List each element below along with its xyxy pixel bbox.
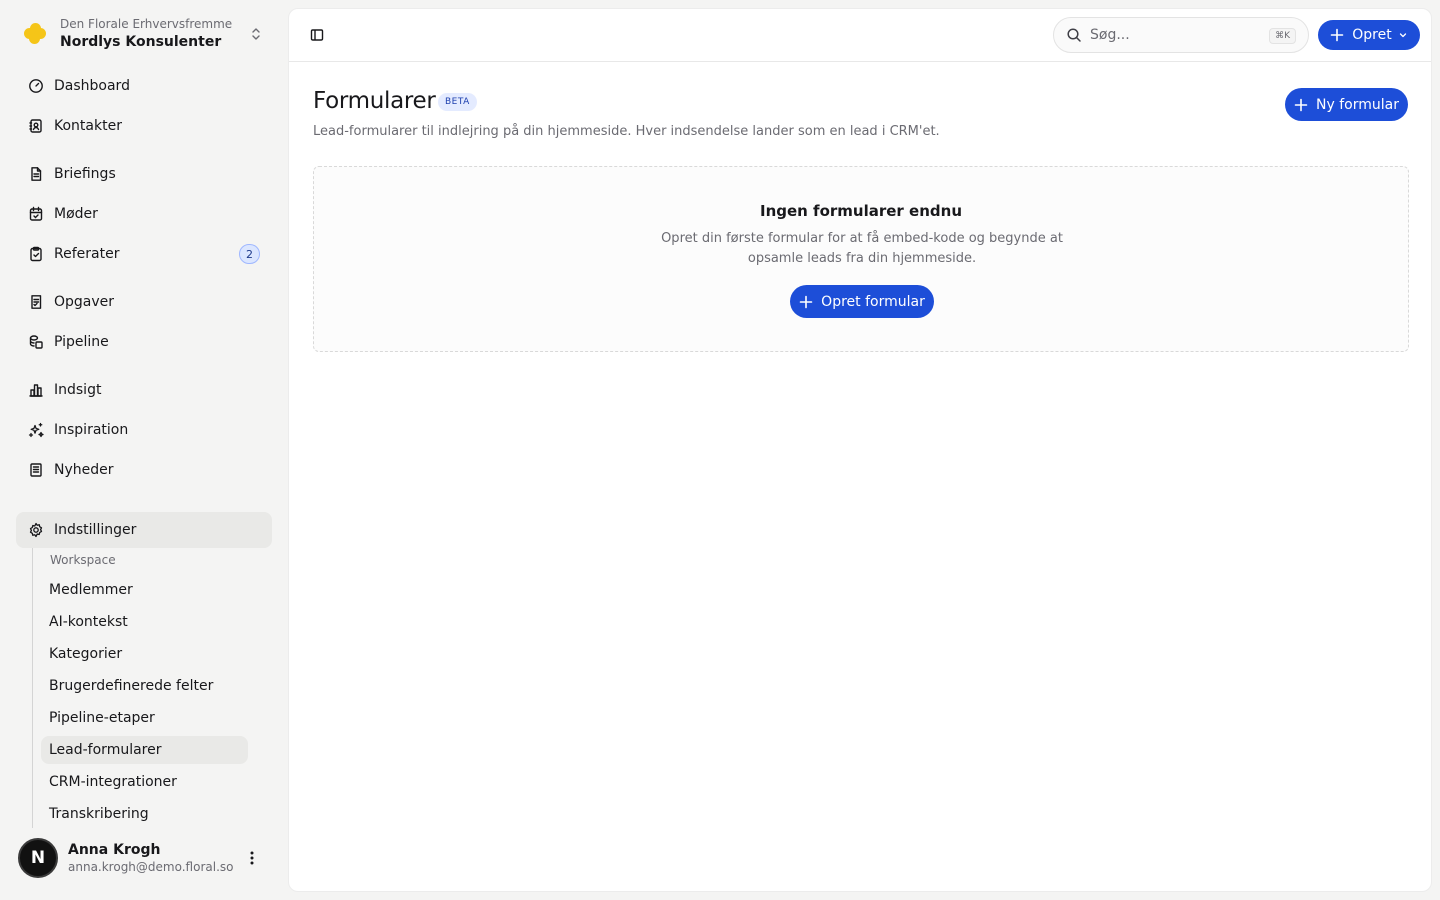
nav-referater-label: Referater [54, 246, 120, 262]
settings-item-brugerdefinerede-felter[interactable]: Brugerdefinerede felter [41, 672, 248, 700]
page-subtitle: Lead-formularer til indlejring på din hj… [313, 124, 940, 139]
nav-indstillinger-label: Indstillinger [54, 522, 137, 538]
user-email: anna.krogh@demo.floral.so [68, 860, 234, 874]
nav-indsigt-label: Indsigt [54, 382, 102, 398]
calendar-icon [29, 206, 43, 221]
create-form-button[interactable]: Opret formular [790, 285, 934, 318]
task-list-icon [31, 295, 42, 309]
pipeline-icon [29, 335, 43, 349]
nav-indstillinger[interactable]: Indstillinger [16, 512, 272, 548]
nav-pipeline-label: Pipeline [54, 334, 109, 350]
nav-dashboard-label: Dashboard [54, 78, 130, 94]
settings-item-transkribering[interactable]: Transkribering [41, 800, 248, 828]
empty-state-description: Opret din første formular for at få embe… [661, 231, 1063, 266]
nav-kontakter[interactable]: Kontakter [16, 108, 272, 144]
page-title: Formularer [313, 88, 436, 114]
workspace-switcher[interactable]: Den Florale Erhvervsfremme Nordlys Konsu… [16, 12, 272, 56]
nav-inspiration[interactable]: Inspiration [16, 412, 272, 448]
panel-left-icon [310, 29, 324, 41]
nav-briefings[interactable]: Briefings [16, 156, 272, 192]
search-box[interactable]: ⌘K [1053, 17, 1309, 53]
main-panel: ⌘K Opret Formularer BETA Lead-formularer… [288, 8, 1432, 892]
workspace-name: Nordlys Konsulenter [60, 34, 222, 50]
plus-icon [799, 295, 813, 308]
create-button-label: Opret [1352, 27, 1392, 43]
sidebar-toggle-button[interactable] [307, 25, 327, 45]
user-menu[interactable]: N Anna Krogh anna.krogh@demo.floral.so [16, 832, 272, 884]
settings-item-ai-kontekst[interactable]: AI-kontekst [41, 608, 248, 636]
create-button[interactable]: Opret [1318, 20, 1420, 50]
topbar: ⌘K Opret [289, 9, 1431, 62]
search-shortcut: ⌘K [1269, 28, 1296, 44]
nav-moder[interactable]: Møder [16, 196, 272, 232]
settings-item-medlemmer[interactable]: Medlemmer [41, 576, 248, 604]
nav-opgaver-label: Opgaver [54, 294, 115, 310]
nav-nyheder-label: Nyheder [54, 462, 114, 478]
new-form-button[interactable]: Ny formular [1285, 88, 1408, 121]
search-input[interactable] [1090, 27, 1250, 43]
settings-section-heading: Workspace [50, 553, 116, 567]
nav-moder-label: Møder [54, 206, 98, 222]
chevrons-up-down-icon [252, 28, 260, 40]
nav-opgaver[interactable]: Opgaver [16, 284, 272, 320]
nav-pipeline[interactable]: Pipeline [16, 324, 272, 360]
referater-count-badge: 2 [239, 244, 260, 264]
settings-subnav-line [32, 548, 33, 828]
clipboard-check-icon [30, 246, 42, 262]
nav-nyheder[interactable]: Nyheder [16, 452, 272, 488]
new-form-button-label: Ny formular [1316, 96, 1399, 113]
newspaper-icon [30, 463, 42, 477]
nav-indsigt[interactable]: Indsigt [16, 372, 272, 408]
plus-icon [1294, 98, 1308, 111]
beta-badge: BETA [438, 93, 477, 111]
nav-inspiration-label: Inspiration [54, 422, 129, 438]
plus-icon [1330, 28, 1344, 42]
settings-item-kategorier[interactable]: Kategorier [41, 640, 248, 668]
settings-item-pipeline-etaper[interactable]: Pipeline-etaper [41, 704, 248, 732]
gear-icon [29, 522, 43, 538]
settings-item-crm-integrationer[interactable]: CRM-integrationer [41, 768, 248, 796]
empty-state-title: Ingen formularer endnu [759, 202, 962, 220]
contacts-icon [29, 119, 42, 133]
gauge-icon [29, 79, 43, 93]
nav-kontakter-label: Kontakter [54, 118, 122, 134]
nav-dashboard[interactable]: Dashboard [16, 68, 272, 104]
empty-state: Ingen formularer endnu Opret din første … [313, 166, 1409, 352]
document-icon [31, 167, 42, 181]
chevron-down-icon [1399, 33, 1406, 38]
workspace-org: Den Florale Erhvervsfremme [60, 17, 233, 31]
user-name: Anna Krogh [68, 842, 161, 858]
create-form-button-label: Opret formular [821, 293, 925, 310]
settings-item-lead-formularer[interactable]: Lead-formularer [41, 736, 248, 764]
avatar: N [18, 838, 58, 878]
nav-referater[interactable]: Referater 2 [16, 236, 272, 272]
search-icon [1067, 28, 1081, 42]
workspace-logo-icon [24, 23, 46, 45]
bar-chart-icon [29, 384, 43, 397]
sidebar: Den Florale Erhvervsfremme Nordlys Konsu… [0, 0, 288, 900]
nav-briefings-label: Briefings [54, 166, 116, 182]
more-vertical-icon[interactable] [244, 848, 260, 868]
sparkles-icon [28, 422, 44, 438]
